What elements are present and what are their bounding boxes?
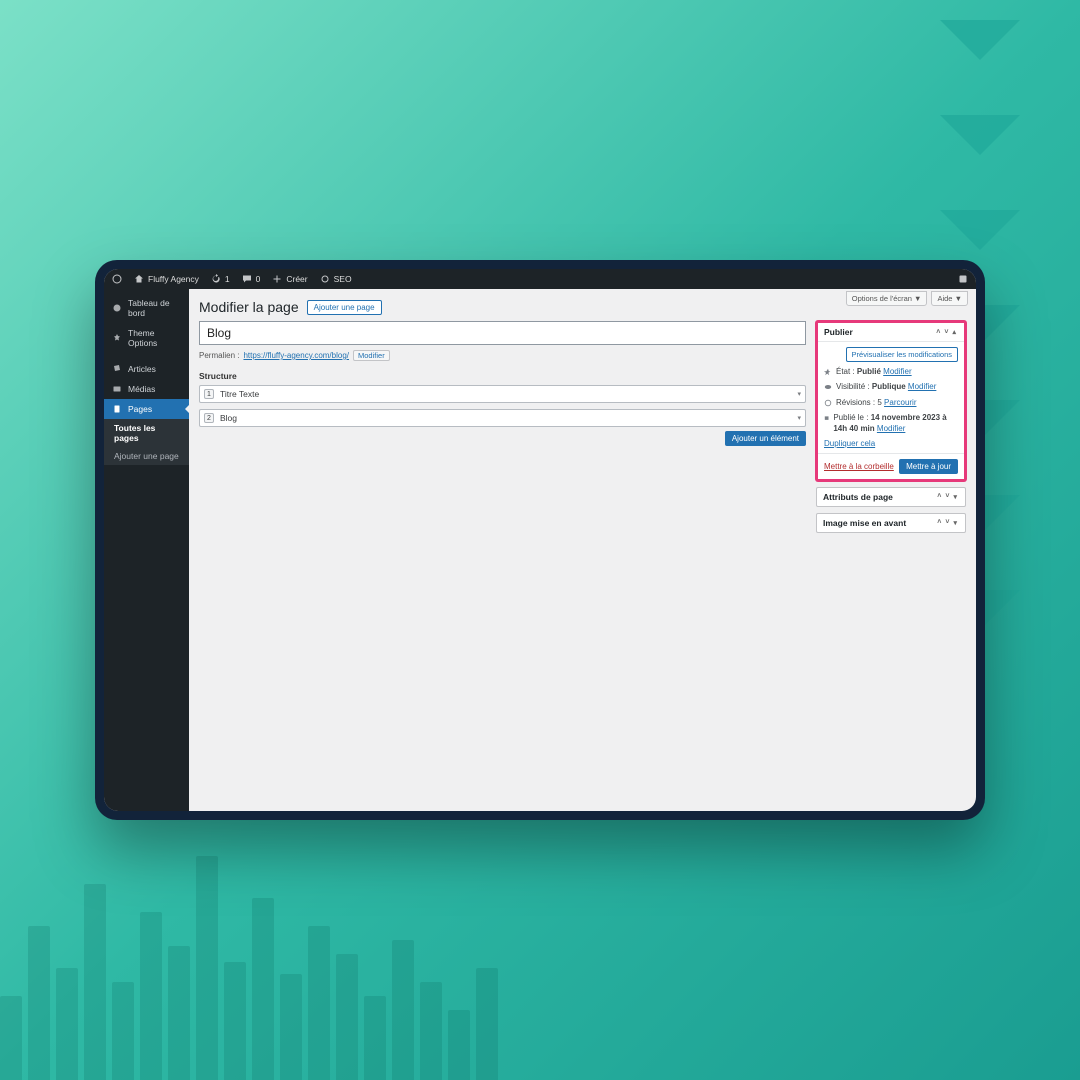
submenu-all-pages[interactable]: Toutes les pages	[104, 419, 189, 447]
admin-site-name: Fluffy Agency	[148, 274, 199, 284]
edit-visibility-link[interactable]: Modifier	[908, 382, 936, 391]
preview-changes-button[interactable]: Prévisualiser les modifications	[846, 347, 958, 362]
caret-down-icon[interactable]: ▾	[951, 519, 959, 527]
pin-icon	[824, 368, 832, 376]
publish-box: Publier ˄ ˅ ▴ Prévisualiser les modifica…	[816, 321, 966, 481]
sidebar-item-media[interactable]: Médias	[104, 379, 189, 399]
content-block[interactable]: 1 Titre Texte ▾	[199, 385, 806, 403]
admin-updates[interactable]: 1	[211, 274, 230, 284]
page-heading: Modifier la page	[199, 299, 299, 315]
screen: Fluffy Agency 1 0 Créer SEO	[104, 269, 976, 811]
admin-site-link[interactable]: Fluffy Agency	[134, 274, 199, 284]
submenu-add-page[interactable]: Ajouter une page	[104, 447, 189, 465]
help-tab[interactable]: Aide ▼	[931, 291, 968, 306]
add-element-button[interactable]: Ajouter un élément	[725, 431, 806, 446]
chevron-down-icon[interactable]: ˅	[943, 493, 951, 500]
admin-seo[interactable]: SEO	[320, 274, 352, 284]
featured-image-box: Image mise en avant ˄ ˅ ▾	[816, 513, 966, 533]
sidebar-item-posts[interactable]: Articles	[104, 359, 189, 379]
update-button[interactable]: Mettre à jour	[899, 459, 958, 474]
history-icon	[824, 399, 832, 407]
chevron-down-icon: ▾	[797, 414, 801, 422]
duplicate-link[interactable]: Dupliquer cela	[824, 439, 958, 448]
add-page-button[interactable]: Ajouter une page	[307, 300, 382, 315]
admin-sidebar: Tableau de bord Theme Options Articles M…	[104, 289, 189, 811]
admin-comments[interactable]: 0	[242, 274, 261, 284]
main-column: Permalien : https://fluffy-agency.com/bl…	[199, 321, 806, 801]
publish-box-title: Publier	[824, 327, 853, 337]
page-title-input[interactable]	[199, 321, 806, 345]
structure-heading: Structure	[199, 371, 806, 381]
calendar-icon	[824, 414, 829, 422]
eye-icon	[824, 383, 832, 391]
permalink-url[interactable]: https://fluffy-agency.com/blog/	[243, 351, 349, 360]
edit-state-link[interactable]: Modifier	[883, 367, 911, 376]
permalink-row: Permalien : https://fluffy-agency.com/bl…	[199, 350, 806, 361]
screen-options-tab[interactable]: Options de l'écran ▼	[846, 291, 928, 306]
admin-bar: Fluffy Agency 1 0 Créer SEO	[104, 269, 976, 289]
edit-date-link[interactable]: Modifier	[877, 424, 905, 433]
sidebar-submenu-pages: Toutes les pages Ajouter une page	[104, 419, 189, 465]
sidebar-item-theme-options[interactable]: Theme Options	[104, 323, 189, 353]
chevron-up-icon[interactable]: ˄	[934, 329, 942, 336]
decoration-bars	[0, 800, 600, 1080]
chevron-down-icon[interactable]: ˅	[943, 519, 951, 526]
chevron-up-icon[interactable]: ˄	[935, 519, 943, 526]
permalink-label: Permalien :	[199, 351, 239, 360]
trash-link[interactable]: Mettre à la corbeille	[824, 462, 894, 471]
admin-profile-icon[interactable]	[958, 274, 968, 284]
side-column: Publier ˄ ˅ ▴ Prévisualiser les modifica…	[816, 321, 966, 801]
content-area: Options de l'écran ▼ Aide ▼ Modifier la …	[189, 289, 976, 811]
caret-down-icon[interactable]: ▾	[951, 493, 959, 501]
chevron-up-icon[interactable]: ˄	[935, 493, 943, 500]
browse-revisions-link[interactable]: Parcourir	[884, 398, 916, 407]
caret-up-icon[interactable]: ▴	[950, 328, 958, 336]
window-frame: Fluffy Agency 1 0 Créer SEO	[95, 260, 985, 820]
page-attributes-box: Attributs de page ˄ ˅ ▾	[816, 487, 966, 507]
content-block[interactable]: 2 Blog ▾	[199, 409, 806, 427]
chevron-down-icon: ▾	[797, 390, 801, 398]
sidebar-item-pages[interactable]: Pages	[104, 399, 189, 419]
permalink-edit-button[interactable]: Modifier	[353, 350, 390, 361]
chevron-down-icon[interactable]: ˅	[942, 329, 950, 336]
wordpress-icon[interactable]	[112, 274, 122, 284]
sidebar-item-dashboard[interactable]: Tableau de bord	[104, 293, 189, 323]
admin-new[interactable]: Créer	[272, 274, 307, 284]
screen-meta-links: Options de l'écran ▼ Aide ▼	[846, 291, 968, 306]
